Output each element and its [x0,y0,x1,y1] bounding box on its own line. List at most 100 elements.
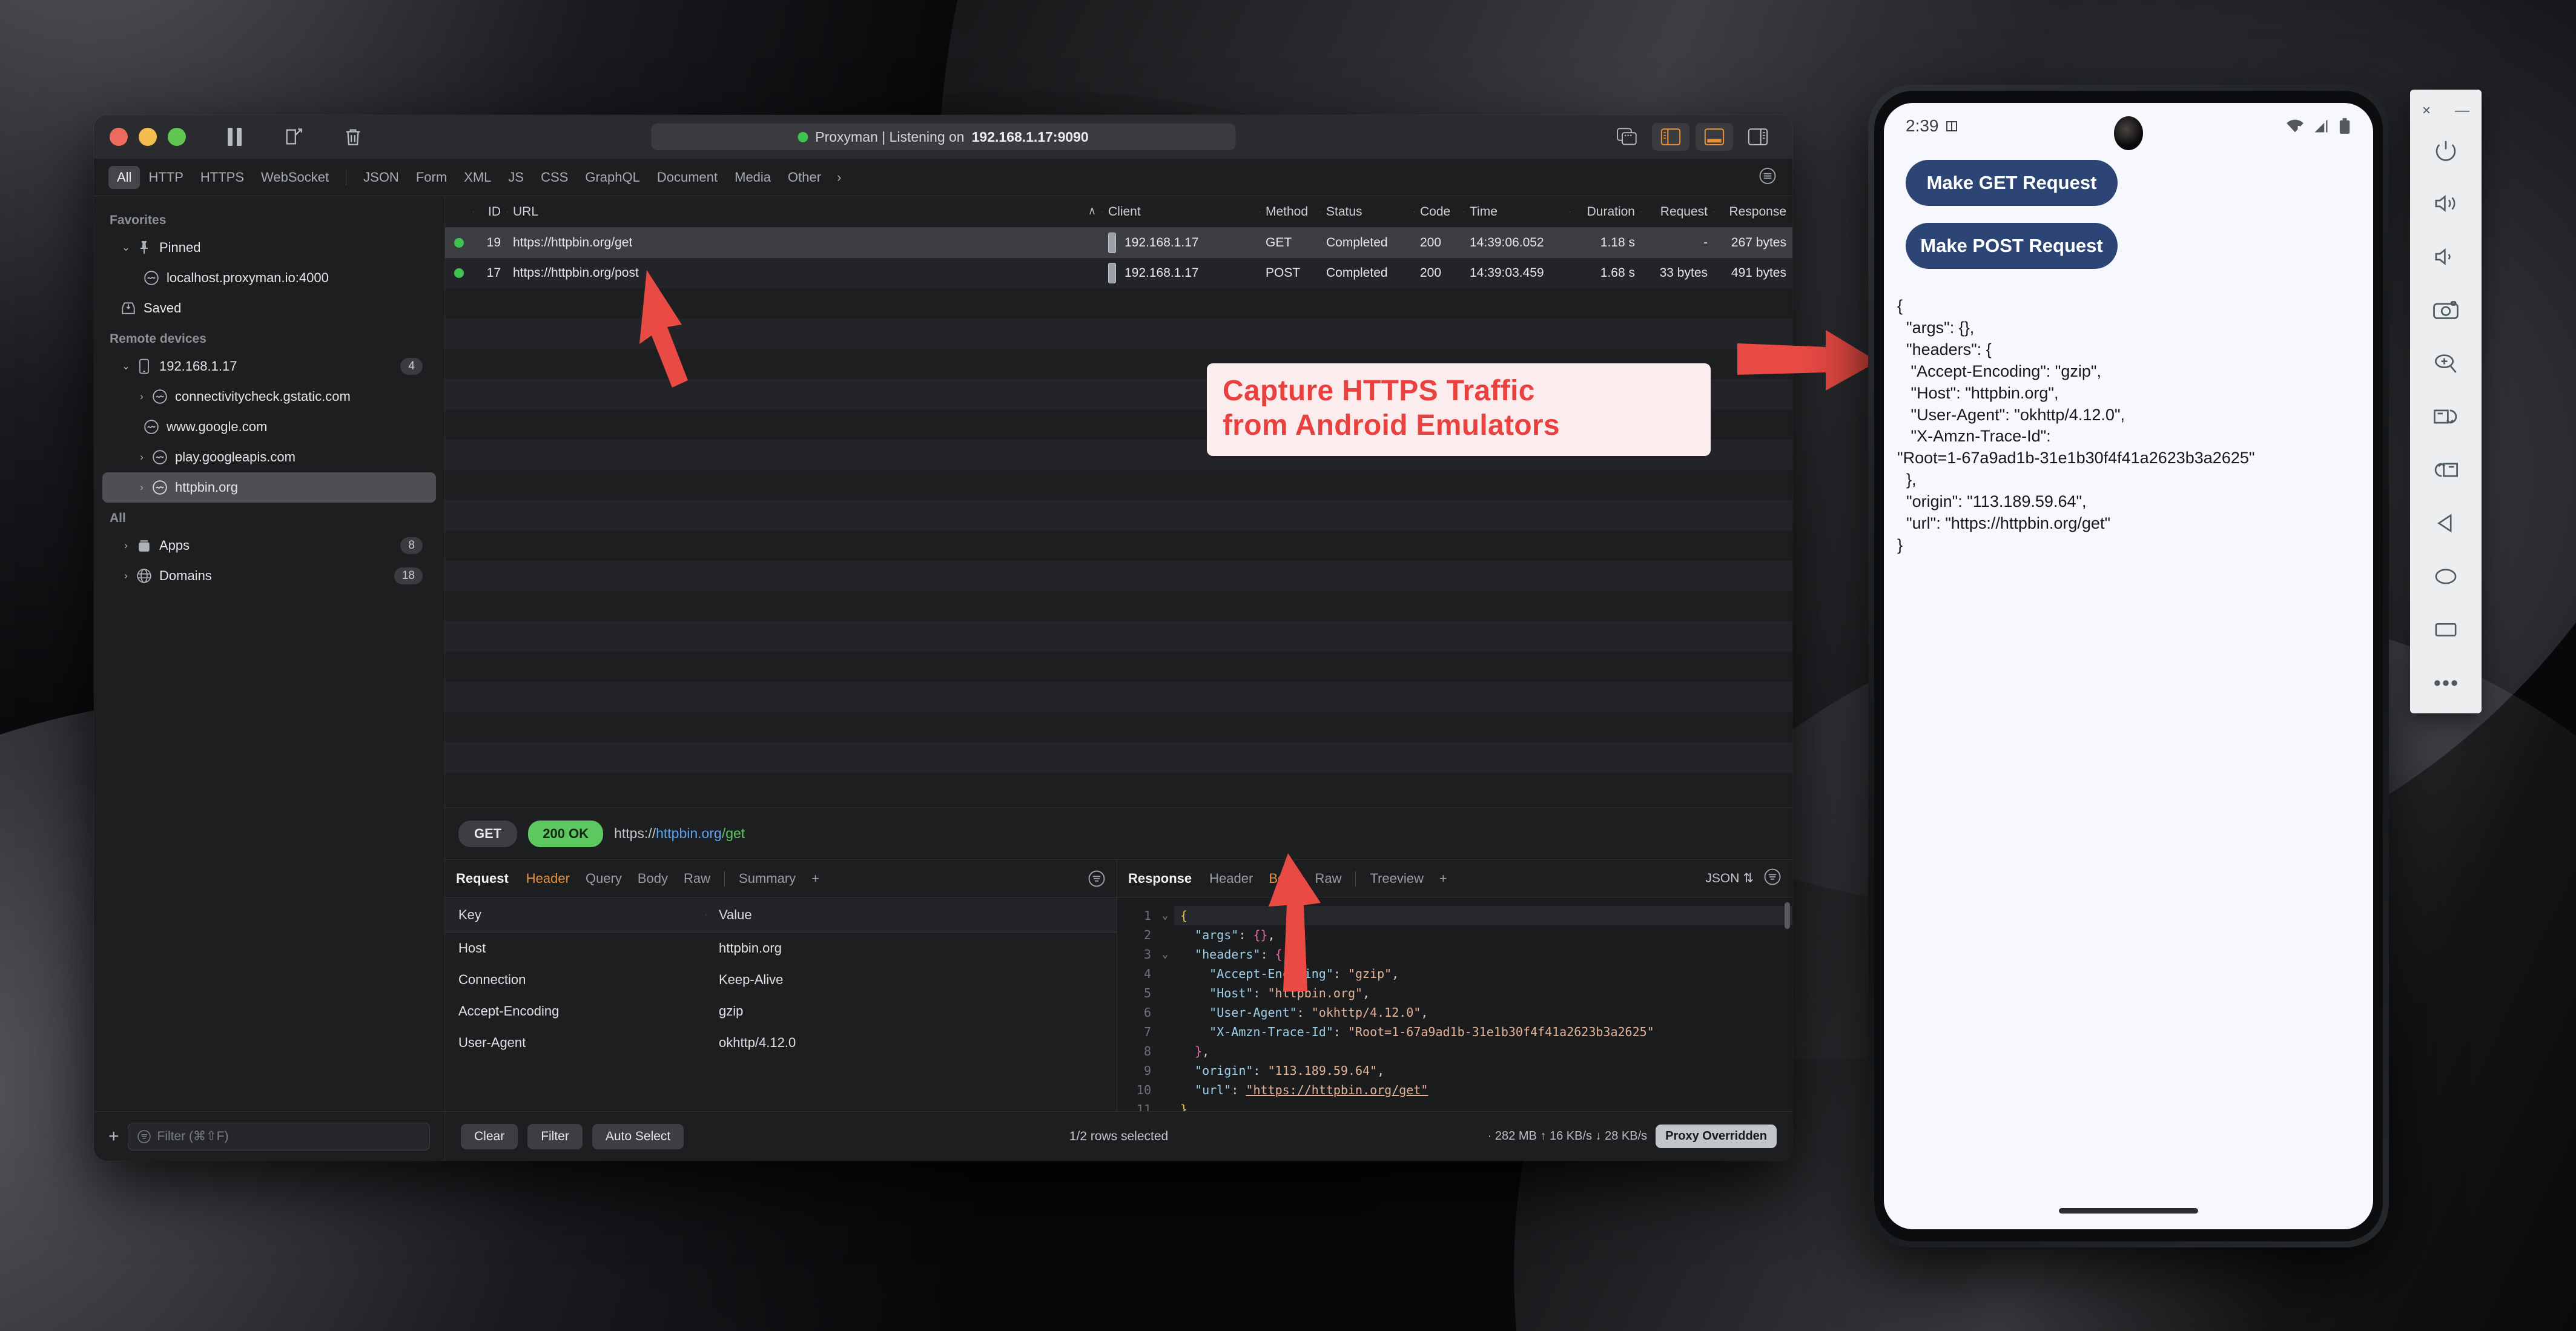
pause-icon[interactable] [222,125,246,149]
tab-request-header[interactable]: Header [518,868,578,889]
table-header-response[interactable]: Response [1714,205,1792,219]
tab-response-body[interactable]: Body [1261,868,1307,889]
close-window-button[interactable] [110,128,128,146]
table-header-request[interactable]: Request [1641,205,1714,219]
back-icon[interactable] [2410,497,2482,550]
home-gesture-bar[interactable] [2059,1208,2198,1214]
header-row[interactable]: Connection Keep-Alive [445,964,1117,996]
sidebar-filter-input[interactable]: Filter (⌘⇧F) [127,1122,430,1151]
camera-icon[interactable] [2410,283,2482,337]
sidebar-item-localhost-proxyman[interactable]: localhost.proxyman.io:4000 [102,263,436,293]
filter-chip-all[interactable]: All [108,165,140,189]
filter-chip-other[interactable]: Other [779,166,830,189]
bottom-panel-icon[interactable] [1696,123,1733,151]
chevron-right-icon[interactable]: › [118,540,134,552]
chevron-right-icon[interactable]: › [134,391,150,403]
filter-chip-document[interactable]: Document [649,166,726,189]
table-header-status[interactable]: Status [1320,205,1414,219]
maximize-window-button[interactable] [168,128,186,146]
compose-icon[interactable] [282,125,306,149]
format-selector[interactable]: JSON ⇅ [1705,871,1754,886]
add-request-tab-button[interactable]: + [804,868,827,889]
auto-select-button[interactable]: Auto Select [592,1123,684,1149]
tab-request-query[interactable]: Query [578,868,630,889]
filter-chip-media[interactable]: Media [726,166,779,189]
header-row[interactable]: Host httpbin.org [445,933,1117,964]
home-icon[interactable] [2410,550,2482,603]
filter-chip-xml[interactable]: XML [455,166,500,189]
chevron-right-icon[interactable]: › [830,170,848,185]
request-options-icon[interactable] [1088,870,1106,888]
add-response-tab-button[interactable]: + [1432,868,1455,889]
sidebar-item-httpbin-org[interactable]: › httpbin.org [102,472,436,503]
sidebar-item-apps[interactable]: › Apps 8 [102,530,436,561]
make-post-request-button[interactable]: Make POST Request [1906,223,2118,269]
more-icon[interactable] [2410,656,2482,710]
table-header-code[interactable]: Code [1414,205,1464,219]
response-options-icon[interactable] [1763,868,1782,890]
volume-up-icon[interactable] [2410,177,2482,230]
table-header-method[interactable]: Method [1260,205,1320,219]
table-header-duration[interactable]: Duration [1570,205,1641,219]
editor-scrollbar-top[interactable] [1785,902,1790,929]
emulator-screen[interactable]: 2:39 Make GET Request Make POST Request … [1884,103,2373,1229]
close-icon[interactable]: × [2422,102,2431,119]
sidebar-item-saved[interactable]: Saved [102,293,436,323]
chevron-right-icon[interactable]: › [118,570,134,582]
filter-chip-http[interactable]: HTTP [140,166,191,189]
chevron-right-icon[interactable]: › [134,481,150,494]
tab-request-summary[interactable]: Summary [731,868,804,889]
zoom-icon[interactable] [2410,337,2482,390]
multi-window-icon[interactable] [1608,123,1646,151]
table-row[interactable]: 19 https://httpbin.org/get 192.168.1.17 … [445,228,1792,258]
request-url[interactable]: https://httpbin.org/get [614,825,745,842]
make-get-request-button[interactable]: Make GET Request [1906,160,2118,206]
headers-column-key[interactable]: Key [445,907,705,923]
table-header-url[interactable]: URL ∧ [507,205,1102,219]
filter-button[interactable]: Filter [527,1123,583,1149]
header-row[interactable]: Accept-Encoding gzip [445,996,1117,1027]
plus-icon[interactable]: + [108,1126,119,1147]
chevron-down-icon[interactable]: ⌄ [118,360,134,372]
tab-response-treeview[interactable]: Treeview [1362,868,1431,889]
filter-chip-https[interactable]: HTTPS [192,166,253,189]
response-body-editor[interactable]: 1 2 3 4 5 6 7 8 9 10 11 ⌄ ⌄ { "args": {}, "headers… [1117,897,1792,1111]
filter-options-icon[interactable] [1759,167,1777,188]
filter-chip-json[interactable]: JSON [355,166,408,189]
minimize-icon[interactable]: — [2455,102,2469,119]
table-header-id[interactable]: ID [473,205,507,219]
volume-down-icon[interactable] [2410,230,2482,283]
rotate-right-icon[interactable] [2410,443,2482,497]
power-icon[interactable] [2410,124,2482,177]
right-panel-icon[interactable] [1739,123,1777,151]
tab-request-raw[interactable]: Raw [676,868,718,889]
sidebar-item-play-googleapis-com[interactable]: › play.googleapis.com [102,442,436,472]
clear-button[interactable]: Clear [461,1123,518,1149]
trash-icon[interactable] [341,125,365,149]
sidebar-tree[interactable]: Favorites ⌄ Pinned localhost.proxyman.io… [94,196,444,1111]
minimize-window-button[interactable] [139,128,157,146]
sidebar-item-connectivitycheck-gstatic-com[interactable]: › connectivitycheck.gstatic.com [102,381,436,412]
filter-chip-form[interactable]: Form [408,166,455,189]
rotate-left-icon[interactable] [2410,390,2482,443]
filter-chip-websocket[interactable]: WebSocket [253,166,337,189]
filter-chip-css[interactable]: CSS [532,166,576,189]
left-panel-icon[interactable] [1652,123,1689,151]
filter-chip-js[interactable]: JS [500,166,532,189]
code-fold-gutter[interactable]: ⌄ ⌄ [1156,897,1174,1111]
sidebar-item-pinned[interactable]: ⌄ Pinned [102,233,436,263]
tab-response-header[interactable]: Header [1201,868,1261,889]
table-header-client[interactable]: Client [1102,205,1260,219]
chevron-down-icon[interactable]: ⌄ [118,242,134,254]
sidebar-item-192-168-1-17[interactable]: ⌄ 192.168.1.17 4 [102,351,436,381]
header-row[interactable]: User-Agent okhttp/4.12.0 [445,1027,1117,1059]
tab-response-raw[interactable]: Raw [1307,868,1349,889]
sidebar-item-domains[interactable]: › Domains 18 [102,561,436,591]
chevron-right-icon[interactable]: › [134,451,150,463]
tab-request-body[interactable]: Body [630,868,676,889]
filter-chip-graphql[interactable]: GraphQL [576,166,649,189]
table-header-time[interactable]: Time [1464,205,1570,219]
table-row[interactable]: 17 https://httpbin.org/post 192.168.1.17… [445,258,1792,288]
sidebar-item-www-google-com[interactable]: www.google.com [102,412,436,442]
headers-column-value[interactable]: Value [705,907,1117,923]
